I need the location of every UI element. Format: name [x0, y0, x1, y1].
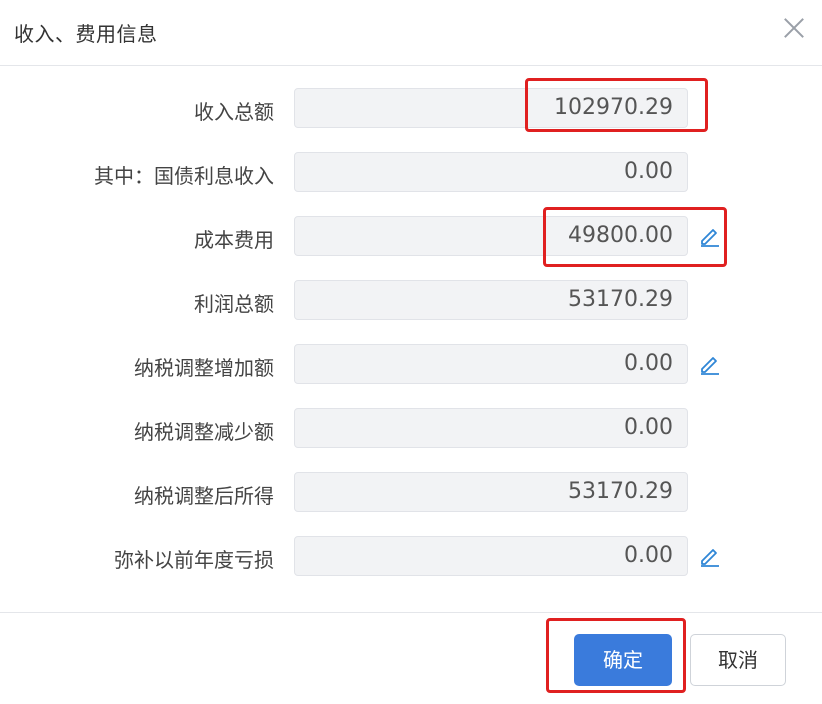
cancel-button[interactable]: 取消: [690, 634, 786, 686]
footer-divider: [0, 612, 822, 613]
field-label: 成本费用: [194, 228, 274, 252]
cost-expense-field: 49800.00: [294, 216, 688, 256]
field-row-adjusted-income: 纳税调整后所得 53170.29: [0, 472, 822, 514]
income-expense-dialog: 收入、费用信息 收入总额 102970.29 其中：国债利息收入 0.00 成本…: [0, 0, 822, 704]
close-icon[interactable]: [780, 14, 808, 42]
field-label: 弥补以前年度亏损: [114, 548, 274, 572]
adjusted-income-field: 53170.29: [294, 472, 688, 512]
field-row-cost-expense: 成本费用 49800.00: [0, 216, 822, 258]
field-row-tax-adjust-decrease: 纳税调整减少额 0.00: [0, 408, 822, 450]
field-label: 纳税调整减少额: [134, 420, 274, 444]
field-row-profit-total: 利润总额 53170.29: [0, 280, 822, 322]
field-row-prior-loss-offset: 弥补以前年度亏损 0.00: [0, 536, 822, 578]
confirm-button[interactable]: 确定: [574, 634, 672, 686]
prior-loss-offset-field: 0.00: [294, 536, 688, 576]
edit-pencil-icon[interactable]: [698, 224, 722, 248]
field-label: 其中：国债利息收入: [94, 164, 274, 188]
edit-pencil-icon[interactable]: [698, 352, 722, 376]
field-row-tax-adjust-increase: 纳税调整增加额 0.00: [0, 344, 822, 386]
income-total-field: 102970.29: [294, 88, 688, 128]
field-label: 收入总额: [194, 100, 274, 124]
treasury-interest-field: 0.00: [294, 152, 688, 192]
profit-total-field: 53170.29: [294, 280, 688, 320]
field-label: 利润总额: [194, 292, 274, 316]
tax-adjust-decrease-field: 0.00: [294, 408, 688, 448]
field-label: 纳税调整增加额: [134, 356, 274, 380]
field-row-treasury-interest: 其中：国债利息收入 0.00: [0, 152, 822, 194]
field-row-income-total: 收入总额 102970.29: [0, 88, 822, 130]
field-label: 纳税调整后所得: [134, 484, 274, 508]
dialog-title: 收入、费用信息: [14, 22, 158, 46]
edit-pencil-icon[interactable]: [698, 544, 722, 568]
tax-adjust-increase-field: 0.00: [294, 344, 688, 384]
dialog-header: 收入、费用信息: [0, 0, 822, 66]
